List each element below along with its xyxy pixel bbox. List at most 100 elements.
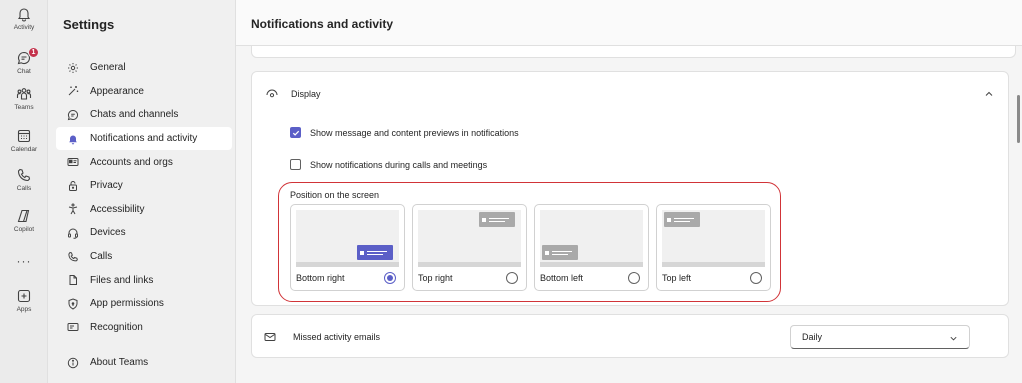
app-rail: Activity 1 Chat Teams Calendar Calls Cop… [0,0,48,383]
position-tile-bottom-left[interactable]: Bottom left [534,204,649,291]
nav-item-accounts-and-orgs[interactable]: Accounts and orgs [56,150,232,174]
tile-label: Top left [662,273,692,283]
page-title: Notifications and activity [251,17,394,31]
shield-icon [68,298,78,310]
nav-label: Privacy [90,180,123,192]
scrollbar-thumb[interactable] [1017,95,1020,143]
nav-label: About Teams [90,357,149,369]
missed-activity-section: Missed activity emails Daily [251,314,1009,358]
toast-preview [542,245,578,260]
nav-item-accessibility[interactable]: Accessibility [56,198,232,222]
rail-item-calendar[interactable]: Calendar [0,128,48,153]
toast-preview [357,245,393,260]
nav-item-appearance[interactable]: Appearance [56,80,232,104]
nav-item-chats-and-channels[interactable]: Chats and channels [56,103,232,127]
nav-item-app-permissions[interactable]: App permissions [56,292,232,316]
mail-icon [264,333,276,341]
teams-icon [16,88,32,100]
rail-label: Apps [16,306,32,313]
rail-label: Chat [17,68,31,75]
nav-label: Recognition [90,321,143,333]
rail-label: Activity [13,24,35,31]
nav-label: App permissions [90,298,164,310]
screen-preview [540,210,643,267]
copilot-icon [17,209,30,223]
screen-preview [296,210,399,267]
rail-item-teams[interactable]: Teams [0,86,48,111]
missed-activity-header: Missed activity emails [264,331,380,343]
display-section-label: Display [291,89,321,99]
preview-content-label: Show message and content previews in not… [310,127,519,138]
rail-item-calls[interactable]: Calls [0,167,48,192]
nav-item-calls[interactable]: Calls [56,245,232,269]
top-left-radio[interactable] [750,272,762,284]
magic-wand-icon [68,86,79,96]
nav-item-notifications-and-activity[interactable]: Notifications and activity [56,126,232,151]
add-apps-icon [17,289,31,303]
main-header: Notifications and activity [236,0,1022,46]
bottom-right-radio[interactable] [384,272,396,284]
id-card-icon [67,323,79,332]
toast-preview [664,212,700,227]
notify-during-calls-checkbox[interactable] [290,159,301,170]
nav-item-devices[interactable]: Devices [56,221,232,245]
nav-item-about-teams[interactable]: About Teams [56,351,232,375]
notify-during-calls-label: Show notifications during calls and meet… [310,159,488,170]
position-tile-top-right[interactable]: Top right [412,204,527,291]
position-on-screen-group: Position on the screen Bottom right Top … [278,182,781,302]
nav-label: Accessibility [90,203,145,215]
rail-label: Calls [16,185,32,192]
nav-label: Appearance [90,85,144,97]
more-apps-button[interactable]: ··· [0,255,48,267]
preview-content-checkbox-row[interactable]: Show message and content previews in not… [290,127,519,138]
tile-label: Top right [418,273,453,283]
rail-item-apps[interactable]: Apps [0,288,48,313]
previous-section-card [251,46,1016,58]
rail-item-chat[interactable]: 1 Chat [0,47,48,75]
info-icon [67,357,79,368]
headset-icon [68,228,78,239]
dropdown-value: Daily [802,332,823,342]
position-on-screen-label: Position on the screen [290,190,380,200]
position-tile-bottom-right[interactable]: Bottom right [290,204,405,291]
bottom-left-radio[interactable] [628,272,640,284]
nav-label: Calls [90,251,113,263]
contact-card-icon [67,158,79,167]
calendar-icon [17,129,31,143]
nav-label: Accounts and orgs [90,156,173,168]
nav-item-recognition[interactable]: Recognition [56,316,232,340]
eye-icon [266,89,278,98]
chat-badge: 1 [28,47,39,58]
position-tile-top-left[interactable]: Top left [656,204,771,291]
nav-label: Files and links [90,274,154,286]
nav-label: Notifications and activity [90,133,198,145]
settings-nav: General Appearance Chats and channels No… [56,56,232,339]
notify-during-calls-checkbox-row[interactable]: Show notifications during calls and meet… [290,159,487,170]
main-pane: Notifications and activity Display Show … [236,0,1022,383]
rail-item-copilot[interactable]: Copilot [0,208,48,233]
chevron-up-icon[interactable] [984,89,994,99]
rail-item-activity[interactable]: Activity [0,6,48,31]
accessibility-icon [68,203,78,215]
gear-icon [68,62,78,73]
display-section: Display Show message and content preview… [251,71,1009,306]
tile-label: Bottom left [540,273,584,283]
nav-item-general[interactable]: General [56,56,232,80]
phone-icon [68,251,78,261]
rail-label: Copilot [13,226,35,233]
missed-activity-dropdown[interactable]: Daily [790,325,970,349]
nav-label: General [90,62,126,74]
phone-icon [17,168,31,182]
sidebar-title: Settings [63,17,115,32]
preview-content-checkbox[interactable] [290,127,301,138]
chevron-down-icon [950,336,957,341]
bell-icon [17,8,31,22]
display-section-header[interactable]: Display [266,88,321,100]
nav-item-files-and-links[interactable]: Files and links [56,268,232,292]
bell-filled-icon [69,135,77,144]
lock-icon [69,180,77,191]
top-right-radio[interactable] [506,272,518,284]
toast-preview [479,212,515,227]
nav-item-privacy[interactable]: Privacy [56,174,232,198]
checkmark-icon [292,130,299,136]
